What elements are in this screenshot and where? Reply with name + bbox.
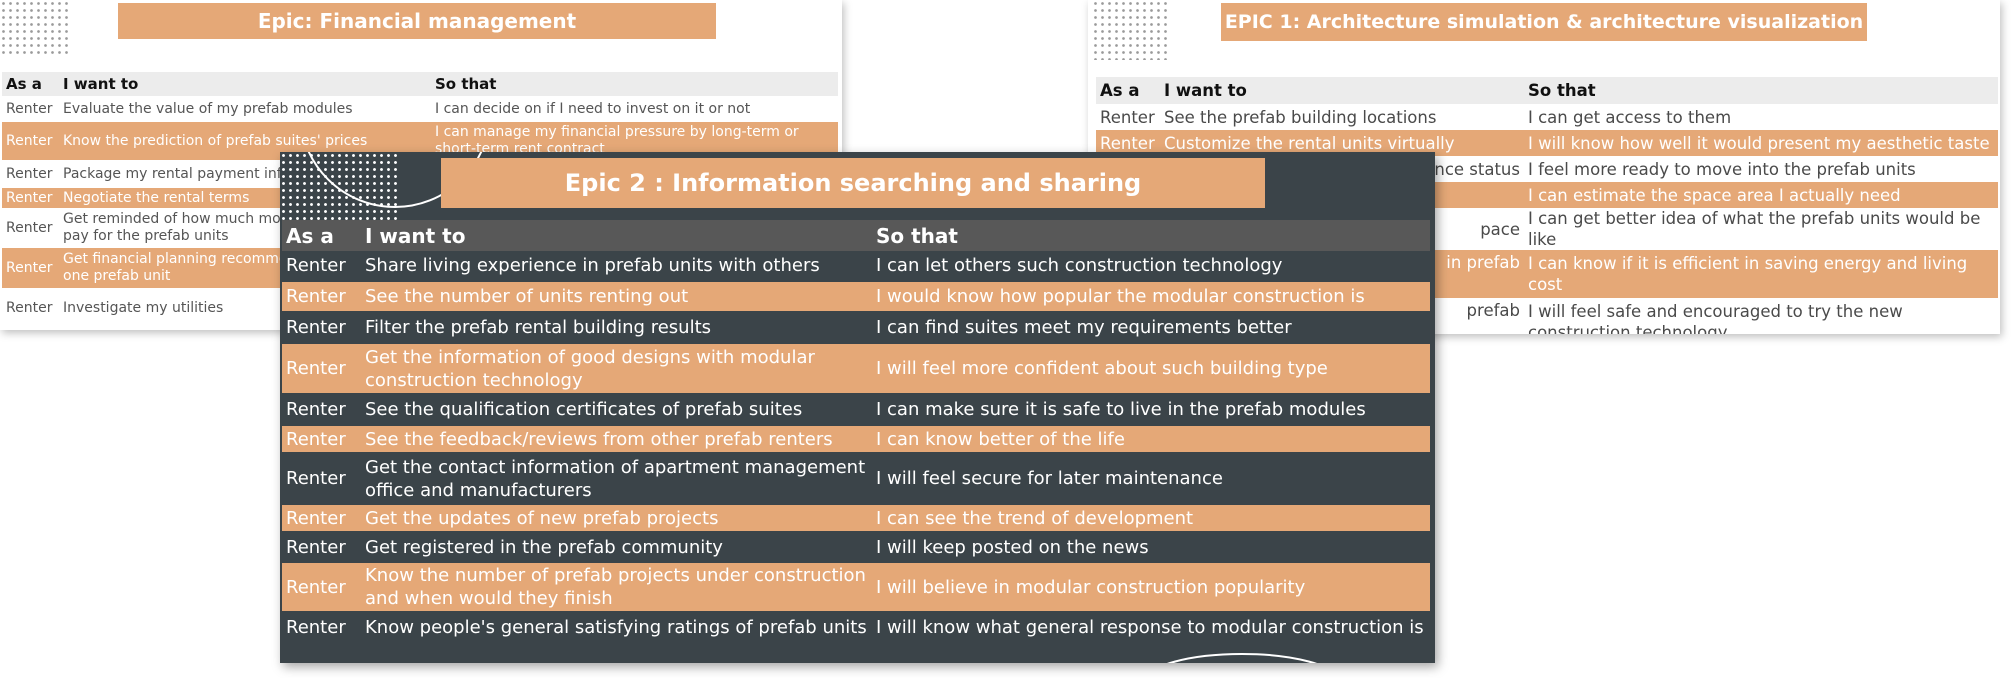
- role-cell: Renter: [282, 394, 361, 425]
- header-i-want-to: I want to: [59, 72, 431, 96]
- header-as-a: As a: [2, 72, 59, 96]
- role-cell: Renter: [282, 425, 361, 453]
- so-cell: I can let others such construction techn…: [872, 251, 1430, 281]
- want-cell: See the qualification certificates of pr…: [361, 394, 872, 425]
- table-row: Renter See the number of units renting o…: [282, 281, 1430, 312]
- want-cell: Know people's general satisfying ratings…: [361, 612, 872, 643]
- slide-title: Epic: Financial management: [118, 3, 716, 39]
- want-cell: Share living experience in prefab units …: [361, 251, 872, 281]
- table-header-row: As a I want to So that: [2, 72, 838, 96]
- header-as-a: As a: [1096, 77, 1160, 104]
- so-cell: I will feel secure for later maintenance: [872, 453, 1430, 504]
- role-cell: Renter: [282, 251, 361, 281]
- table-row: Renter Get the updates of new prefab pro…: [282, 504, 1430, 532]
- so-cell: I can know if it is efficient in saving …: [1524, 250, 1998, 298]
- header-so-that: So that: [872, 220, 1430, 251]
- table-header-row: As a I want to So that: [1096, 77, 1998, 104]
- header-i-want-to: I want to: [361, 220, 872, 251]
- role-cell: Renter: [2, 160, 59, 188]
- want-cell: See the number of units renting out: [361, 281, 872, 312]
- want-cell: Filter the prefab rental building result…: [361, 312, 872, 343]
- table-row: Renter Get registered in the prefab comm…: [282, 532, 1430, 562]
- table-row: Renter Evaluate the value of my prefab m…: [2, 96, 838, 122]
- role-cell: Renter: [1096, 104, 1160, 130]
- role-cell: Renter: [282, 281, 361, 312]
- want-cell: See the feedback/reviews from other pref…: [361, 425, 872, 453]
- table-row: Renter Get the contact information of ap…: [282, 453, 1430, 504]
- so-cell: I will know what general response to mod…: [872, 612, 1430, 643]
- want-cell: See the prefab building locations: [1160, 104, 1524, 130]
- role-cell: Renter: [282, 504, 361, 532]
- user-story-table: As a I want to So that Renter Share livi…: [282, 220, 1430, 644]
- dot-pattern: [0, 0, 68, 56]
- role-cell: Renter: [2, 96, 59, 122]
- so-cell: I will keep posted on the news: [872, 532, 1430, 562]
- table-row: Renter Get the information of good desig…: [282, 343, 1430, 394]
- so-cell: I would know how popular the modular con…: [872, 281, 1430, 312]
- role-cell: Renter: [282, 312, 361, 343]
- role-cell: Renter: [2, 248, 59, 288]
- table-row: Renter See the qualification certificate…: [282, 394, 1430, 425]
- so-cell: I feel more ready to move into the prefa…: [1524, 156, 1998, 182]
- role-cell: Renter: [282, 562, 361, 612]
- header-so-that: So that: [431, 72, 838, 96]
- table-row: Renter See the prefab building locations…: [1096, 104, 1998, 130]
- so-cell: I will feel more confident about such bu…: [872, 343, 1430, 394]
- table-row: Renter Share living experience in prefab…: [282, 251, 1430, 281]
- role-cell: Renter: [282, 343, 361, 394]
- want-cell: Get the information of good designs with…: [361, 343, 872, 394]
- so-cell: I will know how well it would present my…: [1524, 130, 1998, 156]
- want-cell: Get the updates of new prefab projects: [361, 504, 872, 532]
- so-cell: I can see the trend of development: [872, 504, 1430, 532]
- so-cell: I can decide on if I need to invest on i…: [431, 96, 838, 122]
- want-cell: Get registered in the prefab community: [361, 532, 872, 562]
- slide-title: Epic 2 : Information searching and shari…: [441, 158, 1265, 208]
- table-row: Renter Know the number of prefab project…: [282, 562, 1430, 612]
- role-cell: Renter: [2, 122, 59, 160]
- header-as-a: As a: [282, 220, 361, 251]
- role-cell: Renter: [2, 288, 59, 328]
- want-cell: Evaluate the value of my prefab modules: [59, 96, 431, 122]
- table-row: Renter Know people's general satisfying …: [282, 612, 1430, 643]
- role-cell: Renter: [282, 532, 361, 562]
- so-cell: I can get better idea of what the prefab…: [1524, 208, 1998, 250]
- role-cell: Renter: [2, 208, 59, 248]
- header-i-want-to: I want to: [1160, 77, 1524, 104]
- table-row: Renter See the feedback/reviews from oth…: [282, 425, 1430, 453]
- table-header-row: As a I want to So that: [282, 220, 1430, 251]
- so-cell: I will believe in modular construction p…: [872, 562, 1430, 612]
- role-cell: Renter: [2, 188, 59, 208]
- so-cell: I can know better of the life: [872, 425, 1430, 453]
- so-cell: I can make sure it is safe to live in th…: [872, 394, 1430, 425]
- header-so-that: So that: [1524, 77, 1998, 104]
- so-cell: I can find suites meet my requirements b…: [872, 312, 1430, 343]
- want-cell: Know the number of prefab projects under…: [361, 562, 872, 612]
- so-cell: I can get access to them: [1524, 104, 1998, 130]
- so-cell: I will feel safe and encouraged to try t…: [1524, 298, 1998, 334]
- table-row: Renter Filter the prefab rental building…: [282, 312, 1430, 343]
- role-cell: Renter: [282, 612, 361, 643]
- so-cell: I can estimate the space area I actually…: [1524, 182, 1998, 208]
- role-cell: Renter: [282, 453, 361, 504]
- slide-title: EPIC 1: Architecture simulation & archit…: [1221, 3, 1867, 41]
- dot-pattern: [1092, 0, 1168, 60]
- want-cell: Get the contact information of apartment…: [361, 453, 872, 504]
- information-searching-slide: Epic 2 : Information searching and shari…: [280, 152, 1435, 663]
